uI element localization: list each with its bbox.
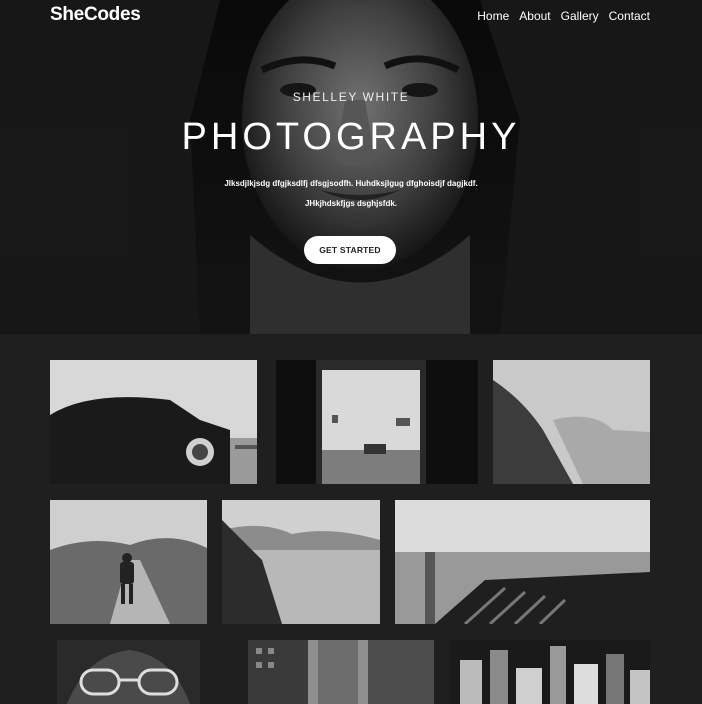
main-nav: Home About Gallery Contact: [477, 9, 650, 23]
car-photo[interactable]: [50, 360, 257, 484]
gallery-interior-photo[interactable]: [276, 360, 478, 484]
lake-mountains-photo[interactable]: [222, 500, 380, 624]
nav-about[interactable]: About: [519, 9, 550, 23]
concrete-steps-photo[interactable]: [395, 500, 650, 624]
hero-section: SheCodes Home About Gallery Contact SHEL…: [0, 0, 702, 334]
city-aerial-photo[interactable]: [450, 640, 650, 704]
coastal-cliff-photo[interactable]: [493, 360, 650, 484]
nav-gallery[interactable]: Gallery: [561, 9, 599, 23]
brand-logo[interactable]: SheCodes: [50, 4, 141, 26]
hero-description: Jlksdjlkjsdg dfgjksdlfj dfsgjsodfh. Huhd…: [224, 179, 478, 208]
skyscrapers-photo[interactable]: [248, 640, 434, 704]
nav-home[interactable]: Home: [477, 9, 509, 23]
hero-kicker: SHELLEY WHITE: [292, 90, 410, 104]
man-on-road-photo[interactable]: [50, 500, 207, 624]
face-glasses-photo[interactable]: [57, 640, 200, 704]
hero-title: PHOTOGRAPHY: [181, 116, 521, 158]
hero-overlay: [0, 0, 702, 334]
get-started-button[interactable]: GET STARTED: [304, 236, 396, 264]
nav-contact[interactable]: Contact: [609, 9, 650, 23]
